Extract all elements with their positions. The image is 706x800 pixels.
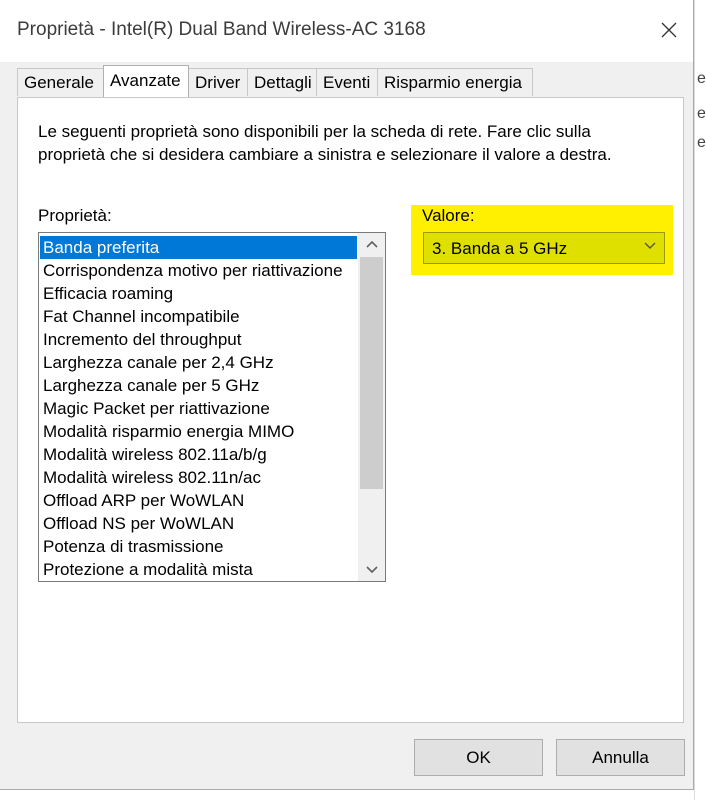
- list-item[interactable]: Potenza di trasmissione: [40, 535, 357, 558]
- advanced-tab-panel: Le seguenti proprietà sono disponibili p…: [17, 97, 684, 723]
- properties-label: Proprietà:: [38, 206, 112, 225]
- tab-dettagli[interactable]: Dettagli: [247, 68, 317, 96]
- list-item[interactable]: Offload NS per WoWLAN: [40, 512, 357, 535]
- background-window-edge-text: e: [697, 105, 706, 122]
- properties-listbox[interactable]: Banda preferita Corrispondenza motivo per…: [38, 232, 386, 582]
- list-item[interactable]: Larghezza canale per 2,4 GHz: [40, 351, 357, 374]
- list-item[interactable]: Efficacia roaming: [40, 282, 357, 305]
- close-icon: [661, 22, 677, 38]
- tab-driver[interactable]: Driver: [188, 68, 248, 96]
- properties-list: Banda preferita Corrispondenza motivo per…: [40, 236, 357, 581]
- vertical-scrollbar[interactable]: [358, 233, 385, 581]
- title-bar: Proprietà - Intel(R) Dual Band Wireless-…: [0, 0, 693, 62]
- list-item[interactable]: Modalità risparmio energia MIMO: [40, 420, 357, 443]
- scroll-up-button[interactable]: [358, 233, 385, 255]
- tab-eventi[interactable]: Eventi: [316, 68, 378, 96]
- background-window-edge-text: e: [697, 134, 706, 151]
- list-item[interactable]: Modalità wireless 802.11a/b/g: [40, 443, 357, 466]
- chevron-down-icon: [644, 242, 656, 249]
- list-item[interactable]: Fat Channel incompatibile: [40, 305, 357, 328]
- properties-dialog: Proprietà - Intel(R) Dual Band Wireless-…: [0, 0, 694, 790]
- scroll-down-button[interactable]: [358, 559, 385, 581]
- list-item[interactable]: Corrispondenza motivo per riattivazione: [40, 259, 357, 282]
- window-title: Proprietà - Intel(R) Dual Band Wireless-…: [17, 19, 426, 40]
- list-item[interactable]: Incremento del throughput: [40, 328, 357, 351]
- list-item[interactable]: Banda preferita: [40, 236, 357, 259]
- chevron-up-icon: [365, 240, 378, 248]
- value-dropdown-text: 3. Banda a 5 GHz: [432, 239, 568, 258]
- list-item[interactable]: Larghezza canale per 5 GHz: [40, 374, 357, 397]
- value-label: Valore:: [422, 206, 475, 225]
- cancel-button[interactable]: Annulla: [556, 739, 685, 776]
- background-window-edge-text: e: [697, 70, 706, 87]
- tab-risparmio-energia[interactable]: Risparmio energia: [377, 68, 533, 96]
- scroll-thumb[interactable]: [360, 257, 383, 489]
- ok-button[interactable]: OK: [414, 739, 543, 776]
- list-item[interactable]: Modalità wireless 802.11n/ac: [40, 466, 357, 489]
- value-dropdown[interactable]: 3. Banda a 5 GHz: [423, 232, 665, 264]
- tab-generale[interactable]: Generale: [17, 68, 104, 96]
- description-text: Le seguenti proprietà sono disponibili p…: [38, 122, 612, 164]
- chevron-down-icon: [365, 566, 378, 574]
- list-item[interactable]: Offload ARP per WoWLAN: [40, 489, 357, 512]
- list-item[interactable]: Protezione a modalità mista: [40, 558, 357, 581]
- close-button[interactable]: [645, 14, 693, 46]
- tab-avanzate[interactable]: Avanzate: [103, 65, 189, 97]
- list-item[interactable]: Magic Packet per riattivazione: [40, 397, 357, 420]
